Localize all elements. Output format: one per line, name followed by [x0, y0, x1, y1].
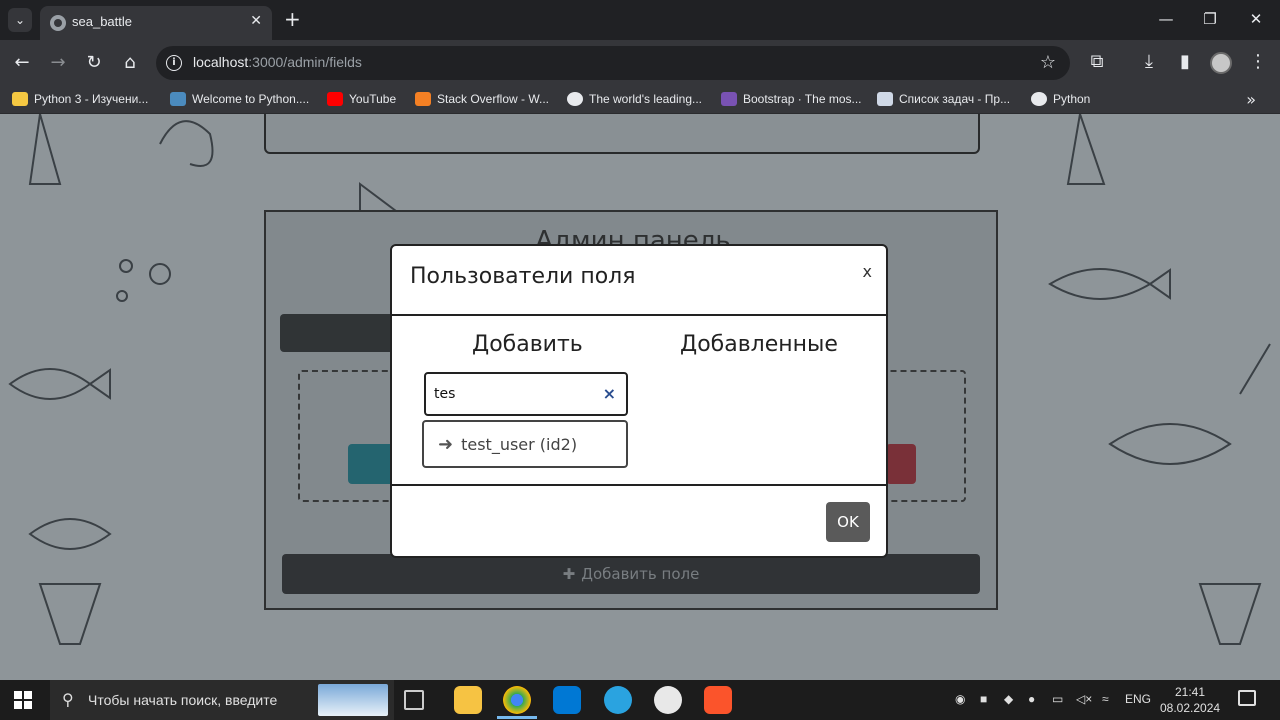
- minimize-button[interactable]: —: [1156, 10, 1176, 28]
- back-button[interactable]: ←: [10, 52, 34, 74]
- chrome-icon[interactable]: [503, 686, 531, 714]
- discord-icon[interactable]: ◉: [955, 692, 965, 706]
- wifi-icon[interactable]: ≈: [1102, 692, 1109, 706]
- bookmark-item[interactable]: Stack Overflow - W...: [415, 92, 549, 106]
- bootstrap-icon: [721, 92, 737, 106]
- globe-icon: [50, 15, 66, 31]
- bookmark-label: Stack Overflow - W...: [437, 92, 550, 106]
- user-suggestion-item[interactable]: ➜ test_user (id2): [422, 420, 628, 468]
- bookmark-label: Python: [1053, 92, 1091, 106]
- arrow-right-icon: ➜: [438, 433, 454, 455]
- bookmark-item[interactable]: Python 3 - Изучени...: [12, 92, 148, 106]
- bookmark-item[interactable]: Python: [1031, 92, 1090, 106]
- url-text: localhost:3000/admin/fields: [193, 54, 362, 70]
- network-icon[interactable]: ▭: [1052, 692, 1063, 706]
- clock[interactable]: 21:41 08.02.2024: [1160, 684, 1220, 716]
- telegram-icon[interactable]: [604, 686, 632, 714]
- side-panel-icon[interactable]: ▮: [1173, 51, 1197, 72]
- taskbar-search[interactable]: ⚲ Чтобы начать поиск, введите: [50, 680, 394, 720]
- url-path: :3000/admin/fields: [248, 54, 362, 70]
- reload-button[interactable]: ↻: [82, 52, 106, 74]
- bookmark-label: Python 3 - Изучени...: [34, 92, 149, 106]
- youtube-icon: [327, 92, 343, 106]
- field-users-modal: Пользователи поля x Добавить Добавленные…: [390, 244, 888, 558]
- browser-tab-bar: ⌄ sea_battle ✕ + — ❐ ✕: [0, 0, 1280, 40]
- app-icon[interactable]: [654, 686, 682, 714]
- bookmark-item[interactable]: The world's leading...: [567, 92, 702, 106]
- bookmark-label: YouTube: [349, 92, 397, 106]
- tab-search-button[interactable]: ⌄: [8, 8, 32, 32]
- more-bookmarks-icon[interactable]: »: [1246, 90, 1256, 109]
- vscode-icon[interactable]: [553, 686, 581, 714]
- browser-tab[interactable]: sea_battle ✕: [40, 6, 272, 40]
- modal-footer-divider: [392, 484, 886, 486]
- home-button[interactable]: ⌂: [118, 52, 142, 74]
- bookmarks-bar: Python 3 - Изучени... Welcome to Python.…: [0, 86, 1280, 114]
- suggestion-label: test_user (id2): [461, 434, 578, 454]
- file-explorer-icon[interactable]: [454, 686, 482, 714]
- task-view-icon[interactable]: [404, 690, 424, 710]
- tray-app-icon[interactable]: ◆: [1004, 692, 1013, 706]
- notifications-icon[interactable]: [1238, 690, 1256, 706]
- active-app-indicator: [497, 716, 537, 719]
- volume-icon[interactable]: ◁×: [1076, 692, 1092, 706]
- windows-start-icon[interactable]: [14, 691, 32, 709]
- user-search-input[interactable]: tes ×: [424, 372, 628, 416]
- add-users-heading: Добавить: [472, 332, 583, 357]
- modal-title: Пользователи поля: [410, 264, 636, 289]
- stackoverflow-icon: [415, 92, 431, 106]
- github-icon: [567, 92, 583, 106]
- language-indicator[interactable]: ENG: [1125, 692, 1151, 706]
- close-tab-icon[interactable]: ✕: [250, 13, 262, 29]
- tray-app-icon[interactable]: ■: [980, 692, 987, 706]
- taskbar-search-placeholder: Чтобы начать поиск, введите: [88, 692, 278, 708]
- bookmark-label: Список задач - Пр...: [899, 92, 1011, 106]
- search-highlight-image: [318, 684, 388, 716]
- menu-icon[interactable]: ⋮: [1246, 51, 1270, 72]
- bookmark-star-icon[interactable]: ☆: [1040, 52, 1056, 73]
- task-list-icon: [877, 92, 893, 106]
- restore-button[interactable]: ❐: [1200, 10, 1220, 28]
- address-bar[interactable]: i localhost:3000/admin/fields ☆: [156, 46, 1070, 80]
- download-icon[interactable]: ⤓: [1137, 51, 1161, 72]
- extensions-icon[interactable]: ⧉: [1085, 51, 1109, 72]
- browser-toolbar: ← → ↻ ⌂ i localhost:3000/admin/fields ☆ …: [0, 40, 1280, 86]
- tab-title: sea_battle: [72, 14, 132, 29]
- search-icon: ⚲: [62, 690, 74, 709]
- bookmark-label: Welcome to Python....: [192, 92, 310, 106]
- bookmark-item[interactable]: Welcome to Python....: [170, 92, 309, 106]
- added-users-heading: Добавленные: [680, 332, 838, 357]
- bookmark-item[interactable]: YouTube: [327, 92, 396, 106]
- window-close-button[interactable]: ✕: [1246, 10, 1266, 28]
- python-icon: [12, 92, 28, 106]
- new-tab-button[interactable]: +: [284, 8, 301, 30]
- profile-avatar[interactable]: [1210, 52, 1232, 74]
- tray-app-icon[interactable]: ●: [1028, 692, 1035, 706]
- python-icon: [1031, 92, 1047, 106]
- windows-taskbar: ⚲ Чтобы начать поиск, введите ◉ ■ ◆ ● ▭ …: [0, 680, 1280, 720]
- bookmark-item[interactable]: Список задач - Пр...: [877, 92, 1010, 106]
- clock-date: 08.02.2024: [1160, 701, 1221, 715]
- clock-time: 21:41: [1174, 685, 1206, 699]
- brave-icon[interactable]: [704, 686, 732, 714]
- url-host: localhost: [193, 54, 249, 70]
- ok-button[interactable]: OK: [826, 502, 870, 542]
- modal-close-button[interactable]: x: [863, 262, 872, 281]
- clear-search-icon[interactable]: ×: [603, 384, 616, 403]
- forward-button[interactable]: →: [46, 52, 70, 74]
- bookmark-item[interactable]: Bootstrap · The mos...: [721, 92, 862, 106]
- python-icon: [170, 92, 186, 106]
- modal-header-divider: [392, 314, 886, 316]
- bookmark-label: The world's leading...: [589, 92, 703, 106]
- user-search-value: tes: [434, 386, 456, 402]
- bookmark-label: Bootstrap · The mos...: [743, 92, 862, 106]
- site-info-icon[interactable]: i: [166, 55, 182, 71]
